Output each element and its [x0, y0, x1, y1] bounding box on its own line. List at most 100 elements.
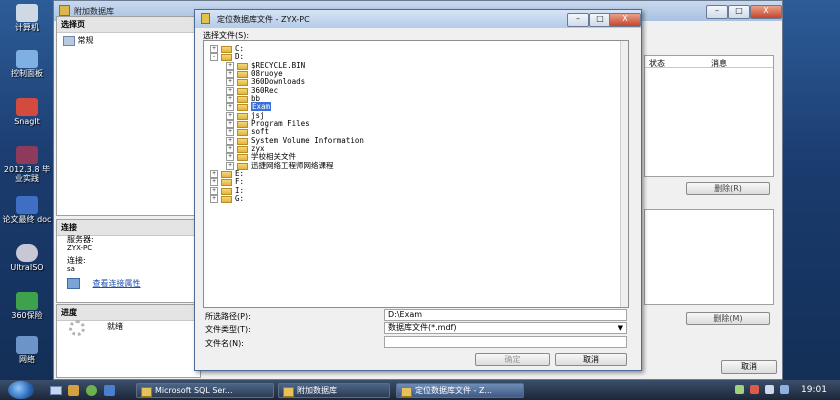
dialog-maximize-button[interactable]: □: [589, 13, 611, 27]
progress-header: 进度: [57, 305, 200, 321]
clock[interactable]: 19:01: [801, 385, 827, 395]
tree-node-folder[interactable]: + 学校相关文件: [226, 152, 296, 161]
quick-launch-icon[interactable]: [104, 385, 115, 396]
taskbar-item-locate-file[interactable]: 定位数据库文件 - Z...: [396, 383, 524, 398]
tree-node-folder[interactable]: + soft: [226, 127, 269, 136]
file-tree[interactable]: + C: - D: + $RECYCLE.BIN +08ruoye +360Downl…: [203, 40, 629, 308]
selected-path-field[interactable]: D:\Exam: [384, 309, 627, 321]
close-button[interactable]: X: [750, 5, 782, 19]
folder-icon: [221, 178, 232, 186]
tray-icon[interactable]: [750, 385, 759, 394]
selected-path-label: 所选路径(P):: [205, 312, 251, 321]
desktop-icon-snagit[interactable]: SnagIt: [2, 98, 52, 126]
word-doc-icon: [16, 196, 38, 214]
quick-launch-icon[interactable]: [68, 385, 79, 396]
connection-pane: 连接 服务器: ZYX-PC 连接: sa 查看连接属性: [56, 219, 201, 303]
dialog-titlebar[interactable]: 定位数据库文件 - ZYX-PC – □ X: [195, 10, 641, 28]
progress-pane: 进度 就绪: [56, 304, 201, 378]
desktop-icon-label: SnagIt: [14, 117, 40, 126]
network-icon: [16, 336, 38, 354]
dialog-minimize-button[interactable]: –: [567, 13, 589, 27]
tree-node-label: System Volume Information: [251, 136, 364, 145]
expand-icon[interactable]: +: [226, 128, 234, 136]
taskbar-item-label: 定位数据库文件 - Z...: [415, 386, 493, 395]
folder-icon: [237, 153, 248, 161]
start-button[interactable]: [8, 381, 34, 399]
tray-icon[interactable]: [735, 385, 744, 394]
file-type-value: 数据库文件(*.mdf): [388, 323, 457, 332]
desktop-icon-computer[interactable]: 计算机: [2, 4, 52, 32]
properties-icon: [67, 278, 80, 289]
app-icon: [283, 387, 294, 397]
tree-node-label: 迅捷网络工程师网络课程: [251, 161, 334, 170]
tree-node-label: D:: [235, 52, 245, 61]
details-grid[interactable]: [644, 209, 774, 305]
tree-node-folder[interactable]: +360Downloads: [226, 77, 305, 86]
taskbar-item-label: 附加数据库: [297, 386, 337, 395]
file-name-input[interactable]: [384, 336, 627, 348]
server-label: 服务器:: [67, 235, 94, 244]
view-connection-properties[interactable]: 查看连接属性: [67, 278, 141, 289]
databases-grid[interactable]: 状态 消息: [644, 55, 774, 177]
remove-button-top[interactable]: 删除(R): [686, 182, 770, 195]
tree-node-drive[interactable]: + G:: [210, 194, 244, 203]
show-desktop-icon[interactable]: [50, 386, 62, 395]
tree-node-label: soft: [251, 127, 270, 136]
connection-label: 连接:: [67, 256, 86, 265]
page-icon: [63, 35, 75, 46]
tree-node-label: Exam: [251, 102, 272, 111]
attach-cancel-button[interactable]: 取消: [721, 360, 777, 374]
expand-icon[interactable]: +: [226, 78, 234, 86]
file-type-select[interactable]: 数据库文件(*.mdf) ▼: [384, 322, 627, 334]
desktop-icon-network[interactable]: 网络: [2, 336, 52, 364]
snagit-icon: [16, 98, 38, 116]
page-item-label: 常规: [77, 36, 94, 45]
desktop-icon-thesis[interactable]: 论文最终 doc: [2, 196, 52, 224]
server-value: ZYX-PC: [67, 244, 93, 252]
volume-icon[interactable]: [765, 385, 774, 394]
maximize-button[interactable]: □: [728, 5, 750, 19]
remove-button-bottom[interactable]: 删除(M): [686, 312, 770, 325]
view-connection-link[interactable]: 查看连接属性: [93, 279, 141, 288]
expand-icon[interactable]: +: [226, 103, 234, 111]
desktop-icon-label: 网络: [19, 355, 35, 364]
taskbar-item-attach-db[interactable]: 附加数据库: [278, 383, 390, 398]
dialog-close-button[interactable]: X: [609, 13, 641, 27]
taskbar: Microsoft SQL Ser... 附加数据库 定位数据库文件 - Z..…: [0, 380, 840, 400]
taskbar-item-sql-server[interactable]: Microsoft SQL Ser...: [136, 383, 274, 398]
desktop-icon-360[interactable]: 360保险: [2, 292, 52, 320]
cancel-button[interactable]: 取消: [555, 353, 627, 366]
folder-icon: [237, 78, 248, 86]
tree-vertical-scrollbar[interactable]: [620, 41, 628, 307]
tree-node-label: 360Downloads: [251, 77, 306, 86]
network-tray-icon[interactable]: [780, 385, 789, 394]
page-item-general[interactable]: 常规: [57, 33, 200, 48]
ok-button[interactable]: 确定: [475, 353, 550, 366]
tree-node-folder-selected[interactable]: + Exam: [226, 102, 272, 111]
desktop-icon-label: 控制面板: [11, 69, 43, 78]
tree-node-drive[interactable]: - D:: [210, 52, 244, 61]
desktop-icon-label: 计算机: [15, 23, 39, 32]
locate-database-file-dialog: 定位数据库文件 - ZYX-PC – □ X 选择文件(S): + C: - D: …: [194, 9, 642, 371]
expand-icon[interactable]: +: [226, 153, 234, 161]
desktop-icon-control-panel[interactable]: 控制面板: [2, 50, 52, 78]
desktop-icon-label: 论文最终 doc: [2, 215, 52, 224]
collapse-icon[interactable]: -: [210, 53, 218, 61]
tree-node-drive[interactable]: + F:: [210, 177, 244, 186]
taskbar-item-label: Microsoft SQL Ser...: [155, 386, 233, 395]
expand-icon[interactable]: +: [210, 178, 218, 186]
desktop-icon-practice[interactable]: 2012.3.8 毕业实践: [2, 146, 52, 183]
select-page-header: 选择页: [57, 17, 200, 33]
expand-icon[interactable]: +: [210, 195, 218, 203]
folder-icon: [221, 195, 232, 203]
desktop-icon-ultraiso[interactable]: UltraISO: [2, 244, 52, 272]
minimize-button[interactable]: –: [706, 5, 728, 19]
database-file-icon: [201, 13, 210, 24]
tree-node-label: G:: [235, 194, 245, 203]
quick-launch-icon[interactable]: [86, 385, 97, 396]
document-icon: [16, 146, 38, 164]
connection-value: sa: [67, 265, 75, 273]
desktop-icon-label: UltraISO: [10, 263, 44, 272]
progress-spinner-icon: [69, 320, 85, 336]
folder-icon: [221, 53, 232, 61]
